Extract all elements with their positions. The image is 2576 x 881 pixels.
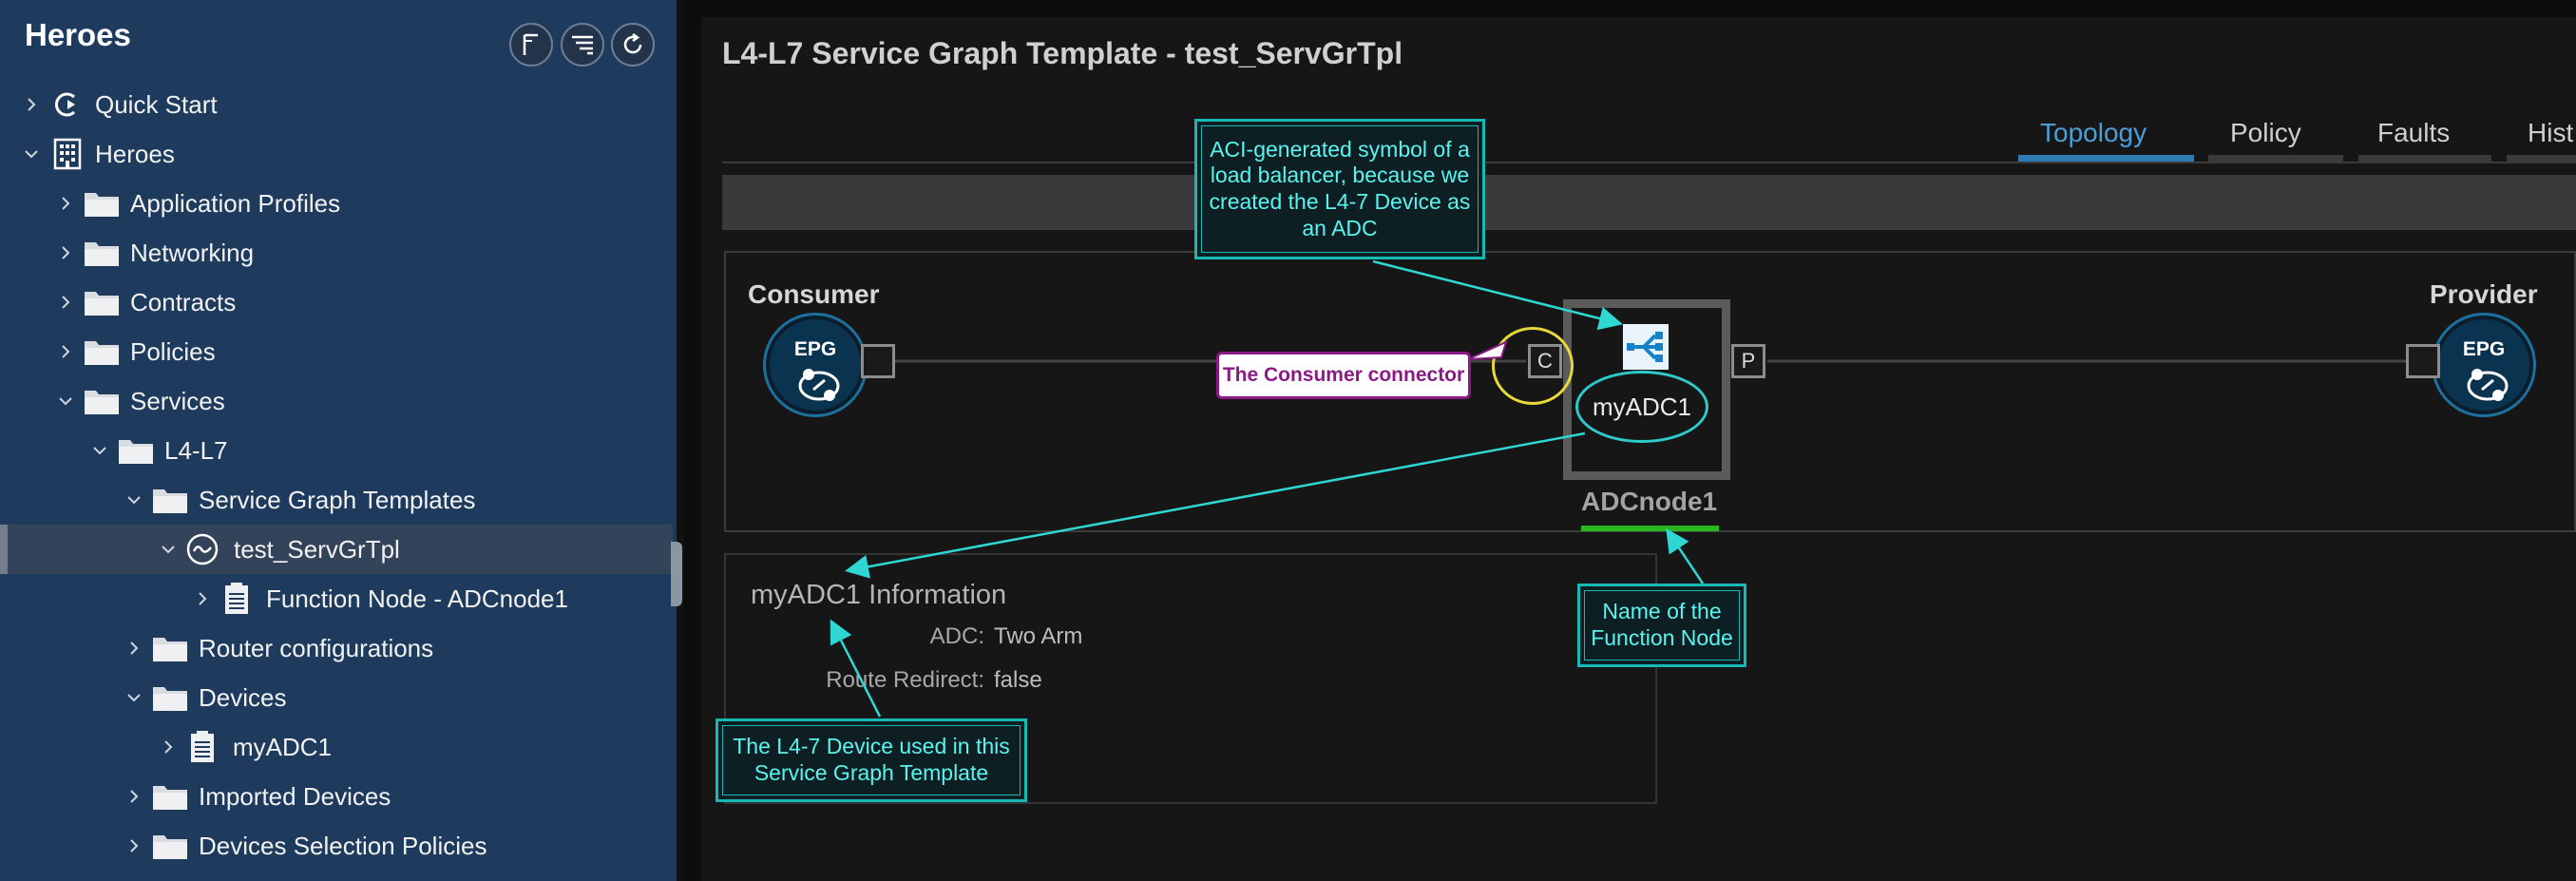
- provider-epg[interactable]: EPG: [2434, 316, 2533, 414]
- info-value-adc: Two Arm: [994, 623, 1083, 649]
- info-key-adc: ADC:: [929, 623, 984, 649]
- device-info-title: myADC1 Information: [751, 580, 1007, 610]
- epg-icon: [2467, 369, 2509, 401]
- provider-label: Provider: [2430, 279, 2538, 309]
- callout-consumer-connector: The Consumer connector: [1216, 352, 1471, 399]
- function-node-device-name[interactable]: myADC1: [1575, 371, 1708, 443]
- callout-text: ACI-generated symbol of a load balancer,…: [1209, 136, 1471, 240]
- epg-label: EPG: [2462, 338, 2506, 360]
- consumer-epg[interactable]: EPG: [766, 316, 865, 414]
- consumer-label: Consumer: [748, 279, 880, 309]
- callout-text: Name of the Function Node: [1591, 599, 1733, 650]
- callout-text: The L4-7 Device used in this Service Gra…: [733, 734, 1010, 785]
- callout-l47-device: The L4-7 Device used in this Service Gra…: [716, 718, 1027, 802]
- callout-aci-symbol: ACI-generated symbol of a load balancer,…: [1194, 119, 1485, 259]
- epg-icon: [798, 369, 840, 401]
- info-key-route-redirect: Route Redirect:: [826, 667, 984, 693]
- consumer-connector-highlight: [1492, 327, 1574, 405]
- function-node-name-highlight: [1581, 526, 1719, 531]
- provider-connector[interactable]: P: [1731, 344, 1765, 378]
- callout-function-node-name: Name of the Function Node: [1577, 584, 1746, 667]
- epg-label: EPG: [793, 338, 837, 360]
- consumer-epg-port: [861, 344, 895, 378]
- info-value-route-redirect: false: [994, 667, 1042, 693]
- function-node-name: ADCnode1: [1581, 487, 1718, 516]
- load-balancer-icon: [1623, 324, 1669, 370]
- provider-epg-port: [2406, 344, 2440, 378]
